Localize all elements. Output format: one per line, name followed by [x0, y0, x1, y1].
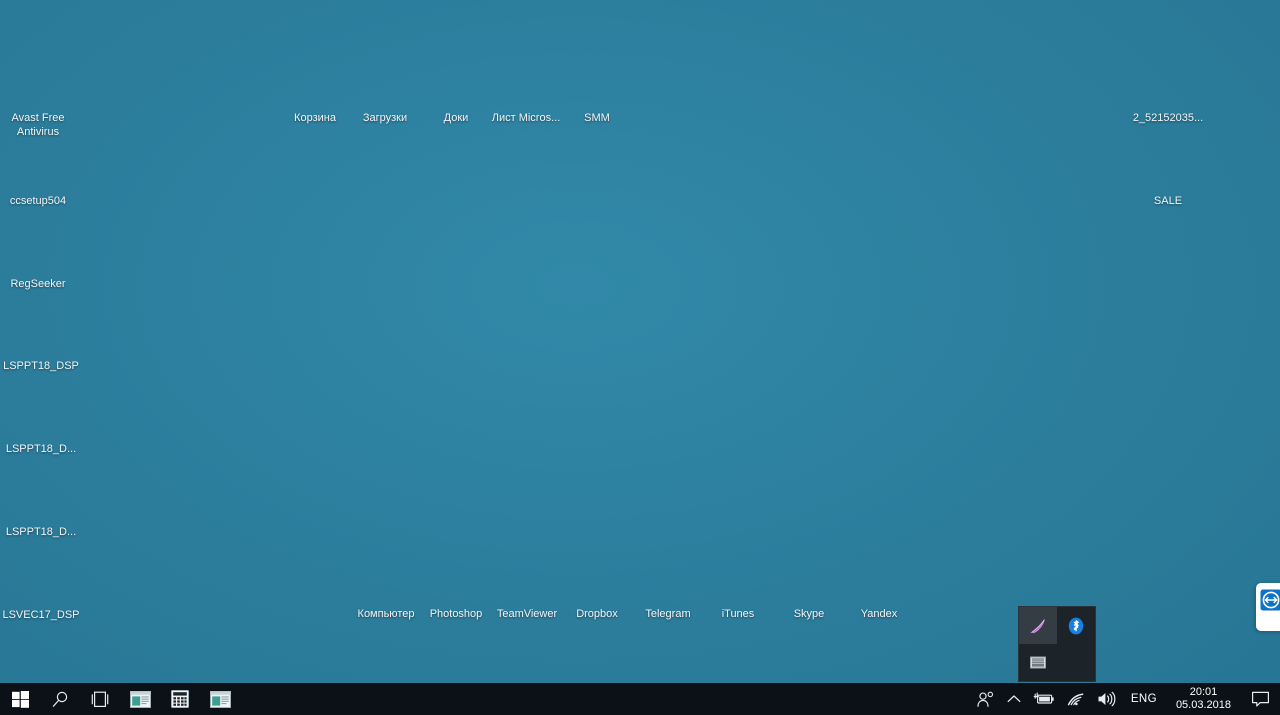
desktop-icon-lsppt18-d-3[interactable]: LSPPT18_D...: [0, 474, 86, 540]
teamviewer-edge-widget[interactable]: [1256, 583, 1280, 631]
desktop-icon-label: 2_52152035...: [1132, 112, 1204, 124]
desktop-icon-lsppt18-d-2[interactable]: LSPPT18_D...: [0, 391, 86, 457]
windows-logo-icon: [11, 690, 29, 708]
desktop-icon-label: Yandex: [860, 608, 898, 620]
battery-charging-icon: [1033, 692, 1055, 706]
desktop-icon-label: LSPPT18_D...: [5, 526, 77, 538]
desktop-icon-label: Доки: [443, 112, 469, 124]
desktop-icon-label: Avast Free Antivirus: [11, 112, 65, 138]
desktop-icon-label: LSVEC17_DSP: [2, 609, 80, 621]
teamviewer-arrows-icon: [1260, 589, 1280, 611]
desktop-icon-docs-folder[interactable]: Доки: [418, 60, 494, 126]
window-document-icon: [209, 690, 231, 708]
desktop-icon-sale-folder[interactable]: SALE: [1123, 143, 1213, 209]
desktop-icon-label: iTunes: [721, 608, 755, 620]
desktop-icon-label: Telegram: [645, 608, 691, 620]
desktop-icon-ccsetup504[interactable]: ccsetup504: [0, 143, 76, 209]
tray-overflow-flyout[interactable]: [1018, 606, 1096, 682]
search-icon: [51, 690, 70, 709]
desktop-icon-smm-folder[interactable]: SMM: [559, 60, 635, 126]
taskbar-app-window-2[interactable]: [200, 683, 240, 715]
tray-flyout-item-display[interactable]: [1019, 644, 1057, 681]
taskbar-left-group: [0, 683, 240, 715]
bluetooth-icon: [1066, 616, 1086, 636]
window-document-icon: [129, 690, 151, 708]
action-center-button[interactable]: [1241, 683, 1280, 715]
monitor-icon: [1028, 654, 1048, 672]
desktop-icon-label: Корзина: [294, 112, 336, 124]
desktop-icon-telegram[interactable]: Telegram: [630, 556, 706, 622]
calculator-icon: [171, 690, 189, 708]
show-hidden-icons-button[interactable]: [1001, 683, 1027, 715]
desktop-icon-label: ccsetup504: [9, 195, 67, 207]
desktop-icon-skype[interactable]: Skype: [771, 556, 847, 622]
network-button[interactable]: [1061, 683, 1091, 715]
speaker-icon: [1097, 691, 1116, 707]
desktop-icon-photoshop[interactable]: Photoshop: [418, 556, 494, 622]
volume-button[interactable]: [1091, 683, 1122, 715]
desktop-icon-downloads-folder[interactable]: Загрузки: [347, 60, 423, 126]
desktop-icon-label: LSPPT18_DSP: [3, 360, 79, 372]
language-indicator[interactable]: ENG: [1122, 683, 1166, 715]
taskbar-app-calculator[interactable]: [160, 683, 200, 715]
chevron-up-icon: [1007, 694, 1021, 704]
desktop-icon-computer[interactable]: Компьютер: [348, 556, 424, 622]
clock-time: 20:01: [1189, 686, 1218, 698]
desktop-icon-label: Компьютер: [357, 608, 415, 620]
desktop-icon-itunes[interactable]: iTunes: [700, 556, 776, 622]
desktop-icon-yandex-browser[interactable]: Yandex: [841, 556, 917, 622]
desktop-icon-recycle-bin[interactable]: Корзина: [277, 60, 353, 126]
system-tray: ENG 20:01 05.03.2018: [970, 683, 1280, 715]
taskbar[interactable]: ENG 20:01 05.03.2018: [0, 683, 1280, 715]
desktop-icon-regseeker[interactable]: RegSeeker: [0, 226, 76, 292]
language-label: ENG: [1130, 693, 1157, 705]
desktop-icon-label: SALE: [1153, 195, 1183, 207]
people-icon: [976, 691, 995, 708]
desktop-icon-lsppt18-dsp[interactable]: LSPPT18_DSP: [0, 308, 86, 374]
desktop-icon-lsvec17-dsp[interactable]: LSVEC17_DSP: [0, 557, 86, 623]
clock[interactable]: 20:01 05.03.2018: [1166, 683, 1241, 715]
desktop[interactable]: Avast Free Antivirus ccsetup504 RegSeeker L…: [0, 0, 1280, 715]
desktop-icon-label: SMM: [584, 112, 610, 124]
desktop-icon-label: RegSeeker: [10, 278, 66, 290]
desktop-icon-label: Skype: [793, 608, 825, 620]
task-view-button[interactable]: [80, 683, 120, 715]
desktop-icon-label: Лист Micros...: [491, 112, 561, 124]
wifi-icon: [1067, 692, 1085, 707]
desktop-icon-teamviewer[interactable]: TeamViewer: [489, 556, 565, 622]
desktop-icon-dropbox[interactable]: Dropbox: [559, 556, 635, 622]
desktop-icon-label: Dropbox: [576, 608, 618, 620]
feather-icon: [1028, 616, 1048, 636]
start-button[interactable]: [0, 683, 40, 715]
clock-date: 05.03.2018: [1175, 699, 1231, 711]
notification-bubble-icon: [1251, 691, 1270, 708]
task-view-icon: [89, 691, 111, 708]
taskbar-app-window-1[interactable]: [120, 683, 160, 715]
desktop-icon-excel-sheet[interactable]: Лист Micros...: [488, 60, 564, 126]
desktop-icon-image-2-52152035[interactable]: 2_52152035...: [1123, 60, 1213, 126]
tray-flyout-item-bluetooth[interactable]: [1057, 607, 1095, 644]
battery-button[interactable]: [1027, 683, 1061, 715]
search-button[interactable]: [40, 683, 80, 715]
desktop-icon-label: Загрузки: [362, 112, 408, 124]
desktop-icon-label: LSPPT18_D...: [5, 443, 77, 455]
desktop-icon-avast-free-antivirus[interactable]: Avast Free Antivirus: [0, 60, 76, 139]
taskbar-spacer: [240, 683, 970, 715]
desktop-icon-label: TeamViewer: [496, 608, 558, 620]
tray-flyout-item-nvidia[interactable]: [1019, 607, 1057, 644]
desktop-icon-label: Photoshop: [429, 608, 483, 620]
people-button[interactable]: [970, 683, 1001, 715]
